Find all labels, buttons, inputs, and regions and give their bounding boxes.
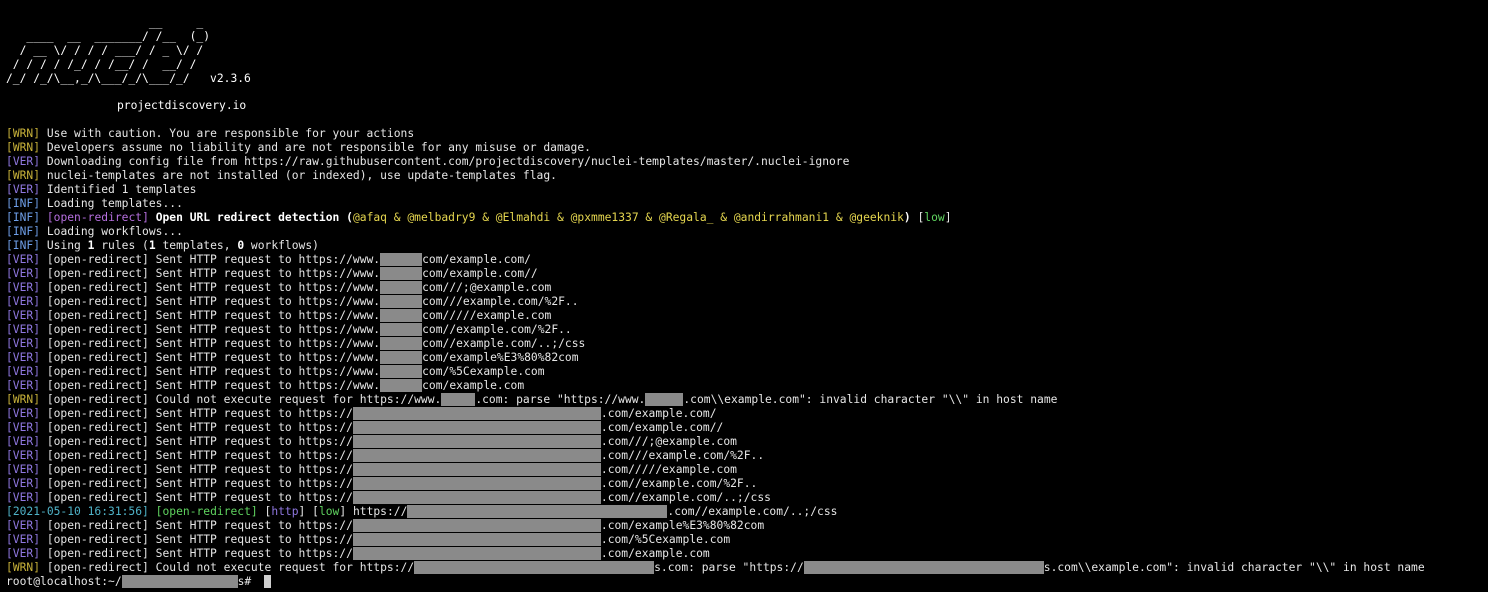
log-line: [INF] Using 1 rules (1 templates, 0 work…	[6, 239, 319, 252]
request-line: [VER] [open-redirect] Sent HTTP request …	[6, 351, 579, 364]
redacted-host	[380, 253, 423, 266]
log-line: [WRN] Use with caution. You are responsi…	[6, 127, 415, 140]
banner-site: projectdiscovery.io	[117, 99, 247, 112]
redacted-host	[380, 337, 423, 350]
redacted-host	[352, 449, 601, 462]
redacted-host	[352, 491, 601, 504]
redacted-host	[380, 309, 423, 322]
request-line: [VER] [open-redirect] Sent HTTP request …	[6, 533, 731, 546]
redacted-host	[352, 435, 601, 448]
request-line: [VER] [open-redirect] Sent HTTP request …	[6, 407, 717, 420]
redacted-host	[803, 561, 1044, 574]
log-line: [VER] Downloading config file from https…	[6, 155, 850, 168]
redacted-host	[352, 407, 601, 420]
log-line: [WRN] nuclei-templates are not installed…	[6, 169, 557, 182]
log-line: [INF] Loading workflows...	[6, 225, 183, 238]
cursor-icon	[264, 575, 272, 588]
log-output: [WRN] Use with caution. You are responsi…	[6, 127, 1425, 589]
redacted-host	[441, 393, 476, 406]
request-line: [VER] [open-redirect] Sent HTTP request …	[6, 421, 724, 434]
redacted-host	[380, 365, 423, 378]
request-line: [VER] [open-redirect] Sent HTTP request …	[6, 379, 525, 392]
request-line: [VER] [open-redirect] Sent HTTP request …	[6, 295, 579, 308]
redacted-host	[352, 533, 601, 546]
request-line: [VER] [open-redirect] Sent HTTP request …	[6, 463, 737, 476]
redacted-host	[352, 519, 601, 532]
redacted-path	[121, 575, 238, 588]
nuclei-ascii-banner: __ _ ____ __ _______/ /__ (_) / __ \/ / …	[6, 16, 251, 85]
template-info-line: [INF] [open-redirect] Open URL redirect …	[6, 211, 952, 224]
error-line: [WRN] [open-redirect] Could not execute …	[6, 561, 1425, 574]
request-line: [VER] [open-redirect] Sent HTTP request …	[6, 491, 771, 504]
shell-prompt[interactable]: root@localhost:~/s#	[6, 575, 1425, 589]
request-line: [VER] [open-redirect] Sent HTTP request …	[6, 435, 737, 448]
redacted-host	[380, 379, 423, 392]
request-line: [VER] [open-redirect] Sent HTTP request …	[6, 477, 758, 490]
request-line: [VER] [open-redirect] Sent HTTP request …	[6, 309, 552, 322]
redacted-host	[380, 295, 423, 308]
request-line: [VER] [open-redirect] Sent HTTP request …	[6, 267, 538, 280]
redacted-host	[352, 463, 601, 476]
request-line: [VER] [open-redirect] Sent HTTP request …	[6, 337, 586, 350]
request-line: [VER] [open-redirect] Sent HTTP request …	[6, 253, 531, 266]
redacted-host	[352, 477, 601, 490]
log-line: [WRN] Developers assume no liability and…	[6, 141, 591, 154]
redacted-host	[380, 267, 423, 280]
redacted-host	[645, 393, 684, 406]
terminal-window[interactable]: __ _ ____ __ _______/ /__ (_) / __ \/ / …	[0, 0, 1488, 592]
redacted-host	[352, 547, 601, 560]
redacted-host	[407, 505, 668, 518]
request-line: [VER] [open-redirect] Sent HTTP request …	[6, 547, 710, 560]
request-line: [VER] [open-redirect] Sent HTTP request …	[6, 281, 552, 294]
request-line: [VER] [open-redirect] Sent HTTP request …	[6, 449, 765, 462]
redacted-host	[380, 281, 423, 294]
match-result-line: [2021-05-10 16:31:56] [open-redirect] [h…	[6, 505, 838, 518]
redacted-host	[380, 351, 423, 364]
request-line: [VER] [open-redirect] Sent HTTP request …	[6, 519, 765, 532]
request-line: [VER] [open-redirect] Sent HTTP request …	[6, 323, 572, 336]
redacted-host	[414, 561, 655, 574]
redacted-host	[352, 421, 601, 434]
error-line: [WRN] [open-redirect] Could not execute …	[6, 393, 1058, 406]
log-line: [VER] Identified 1 templates	[6, 183, 197, 196]
log-line: [INF] Loading templates...	[6, 197, 183, 210]
redacted-host	[380, 323, 423, 336]
request-line: [VER] [open-redirect] Sent HTTP request …	[6, 365, 545, 378]
